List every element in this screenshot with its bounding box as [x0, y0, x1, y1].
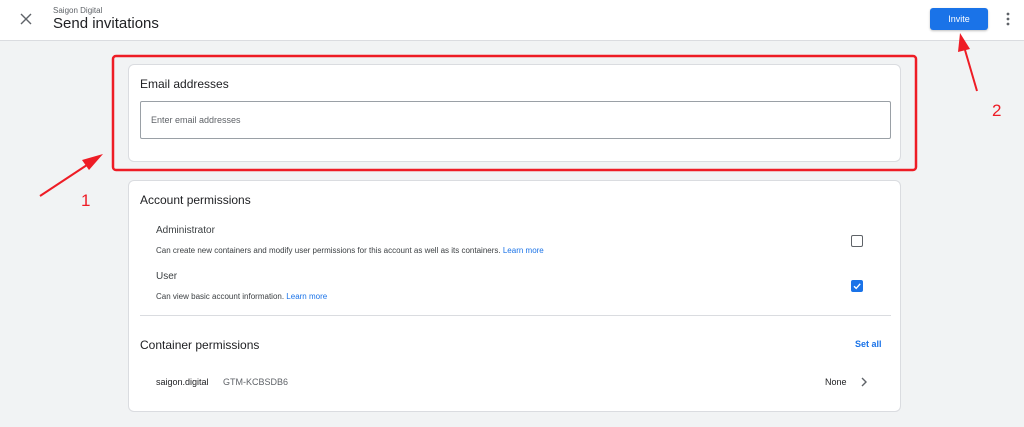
close-button[interactable]: [16, 9, 36, 29]
annotation-label-1: 1: [81, 191, 91, 210]
page-title: Send invitations: [53, 15, 159, 32]
section-divider: [140, 315, 891, 316]
more-vert-icon: [1006, 12, 1010, 26]
checkbox-checked-icon: [853, 283, 861, 290]
container-row[interactable]: saigon.digital GTM-KCBSDB6 None: [140, 371, 891, 395]
user-checkbox[interactable]: [851, 280, 863, 292]
administrator-title: Administrator: [156, 225, 215, 236]
user-description: Can view basic account information. Lear…: [156, 292, 327, 301]
email-input[interactable]: [140, 101, 891, 139]
container-name: saigon.digital: [156, 377, 209, 387]
annotation-arrow-2: [958, 33, 978, 92]
more-options-button[interactable]: [1000, 10, 1016, 28]
permissions-card: Account permissions Administrator Can cr…: [128, 180, 901, 412]
chevron-right-icon: [861, 377, 867, 387]
account-permissions-heading: Account permissions: [140, 193, 251, 207]
container-permissions-heading: Container permissions: [140, 338, 260, 352]
set-all-button[interactable]: Set all: [855, 339, 882, 349]
email-addresses-heading: Email addresses: [140, 77, 229, 91]
user-learn-more-link[interactable]: Learn more: [286, 292, 327, 301]
invite-button[interactable]: Invite: [930, 8, 988, 30]
administrator-description-text: Can create new containers and modify use…: [156, 246, 501, 255]
administrator-checkbox[interactable]: [851, 235, 863, 247]
email-addresses-card: Email addresses: [128, 64, 901, 162]
annotation-label-2: 2: [992, 101, 1002, 120]
annotation-arrow-1: [39, 154, 103, 197]
administrator-learn-more-link[interactable]: Learn more: [503, 246, 544, 255]
top-app-bar: Saigon Digital Send invitations Invite: [0, 0, 1024, 41]
close-icon: [20, 13, 32, 25]
administrator-description: Can create new containers and modify use…: [156, 246, 544, 255]
user-title: User: [156, 271, 178, 282]
container-permission-value: None: [825, 377, 847, 387]
user-description-text: Can view basic account information.: [156, 292, 285, 301]
container-id: GTM-KCBSDB6: [223, 377, 289, 387]
